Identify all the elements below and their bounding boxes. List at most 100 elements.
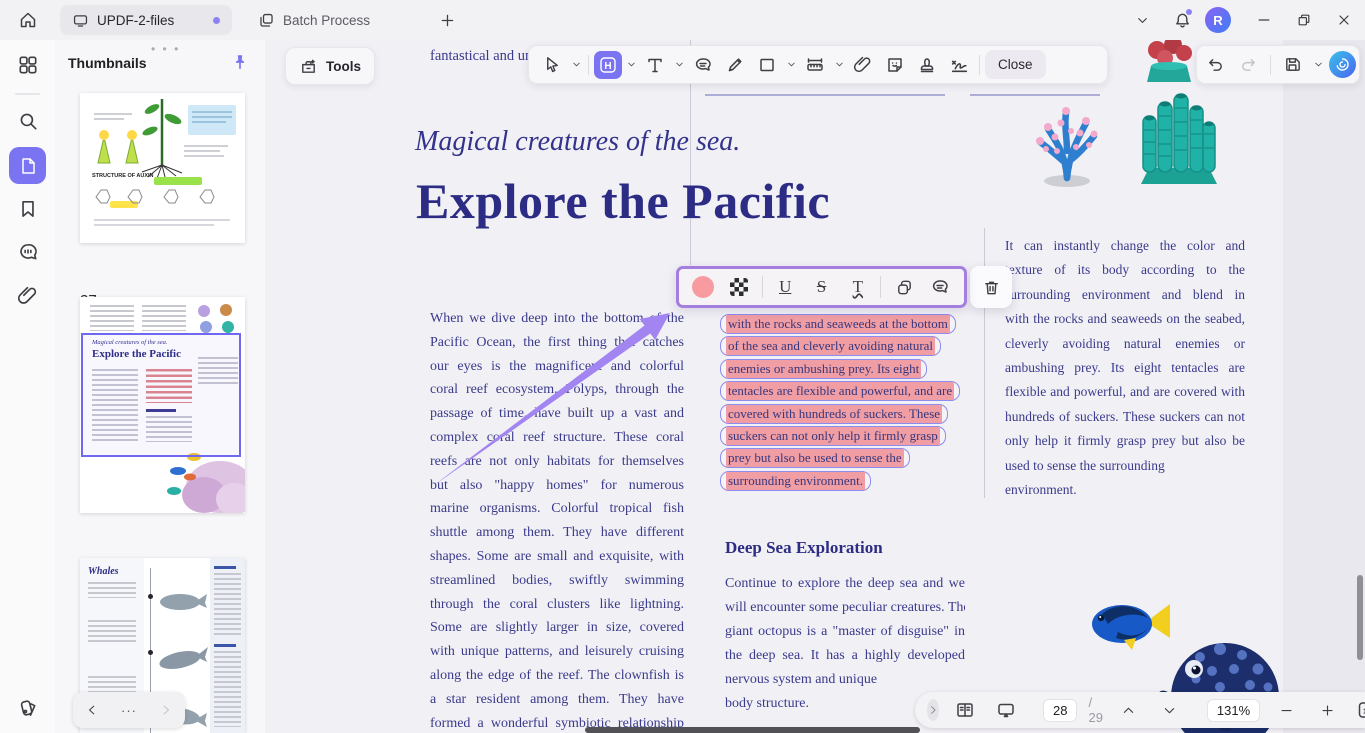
highlight-line[interactable]: with the rocks and seaweeds at the botto… xyxy=(720,314,956,334)
text-tool-button[interactable] xyxy=(640,50,670,80)
tab-updf-2-files[interactable]: UPDF-2-files xyxy=(60,5,232,35)
delete-annotation-button[interactable] xyxy=(970,266,1012,308)
select-tool-dropdown[interactable] xyxy=(569,50,583,80)
thumbnail-page-27[interactable]: STRUCTURE OF AUXIN xyxy=(80,93,245,243)
tools-menu-button[interactable]: Tools xyxy=(285,47,375,85)
shape-tool-dropdown[interactable] xyxy=(784,50,798,80)
new-tab-button[interactable] xyxy=(430,3,464,37)
sticker-tool-button[interactable] xyxy=(880,50,910,80)
plus-icon xyxy=(439,12,456,29)
pagination-more-button[interactable]: ··· xyxy=(121,703,137,718)
text-line: with the rocks and seaweeds on the seabe… xyxy=(1005,307,1245,331)
text-line: through the coral clusters like lightnin… xyxy=(430,593,684,617)
highlight-line[interactable]: suckers can not only help it firmly gras… xyxy=(720,426,946,446)
thumb-timeline-dot xyxy=(148,594,153,599)
select-tool-button[interactable] xyxy=(537,50,567,80)
rail-bookmarks-button[interactable] xyxy=(17,198,39,220)
page-total-label: / 29 xyxy=(1088,695,1102,725)
opacity-button[interactable] xyxy=(725,273,752,301)
copy-annotation-button[interactable] xyxy=(890,273,917,301)
highlight-line[interactable]: of the sea and cleverly avoiding natural xyxy=(720,336,941,356)
tab-batch-process[interactable]: Batch Process xyxy=(246,5,420,35)
text-line: hundreds of suckers. These suckers can n… xyxy=(1005,405,1245,429)
rail-appearance-button[interactable] xyxy=(17,697,39,719)
strikethrough-tool-button[interactable]: S xyxy=(808,273,835,301)
home-button[interactable] xyxy=(16,8,40,32)
text-line: texture of its body according to the xyxy=(1005,258,1245,282)
redo-button[interactable] xyxy=(1234,50,1264,80)
highlight-line[interactable]: enemies or ambushing prey. Its eight xyxy=(720,359,927,379)
account-button[interactable]: R xyxy=(1201,3,1235,37)
copy-icon xyxy=(895,278,914,297)
add-comment-button[interactable] xyxy=(927,273,954,301)
highlight-annotation[interactable]: with the rocks and seaweeds at the botto… xyxy=(720,314,960,493)
tabs-dropdown-button[interactable] xyxy=(1125,3,1159,37)
left-rail xyxy=(0,40,56,733)
panel-drag-handle[interactable]: • • • xyxy=(151,42,180,56)
chevron-left-icon[interactable] xyxy=(85,703,99,717)
page-number-input[interactable]: 28 xyxy=(1043,699,1077,722)
rail-search-button[interactable] xyxy=(17,110,39,132)
squiggly-tool-button[interactable]: T xyxy=(844,273,871,301)
thumbnail-pagination: ··· xyxy=(73,692,185,728)
undo-button[interactable] xyxy=(1200,50,1230,80)
thumb-viewport-indicator[interactable] xyxy=(81,333,241,457)
text-line: along the edge of the reef. The clownfis… xyxy=(430,664,684,688)
maximize-button[interactable] xyxy=(1287,3,1321,37)
measure-tool-dropdown[interactable] xyxy=(832,50,846,80)
highlight-line[interactable]: tentacles are flexible and powerful, and… xyxy=(720,381,960,401)
chevron-right-icon[interactable] xyxy=(159,703,173,717)
view-controls-bar: 28 / 29 131% 1:1 xyxy=(915,692,1365,728)
plus-icon xyxy=(1320,703,1335,718)
measure-tool-button[interactable] xyxy=(800,50,830,80)
auxin-diagram-image xyxy=(80,93,245,243)
collapse-bar-button[interactable] xyxy=(927,699,939,721)
pen-tool-button[interactable] xyxy=(720,50,750,80)
thumbnails-panel: • • • Thumbnails xyxy=(55,40,266,733)
text-line: cleverly avoiding natural enemies or xyxy=(1005,332,1245,356)
minimize-button[interactable] xyxy=(1247,3,1281,37)
thumb-title: Whales xyxy=(88,566,119,577)
attachment-tool-button[interactable] xyxy=(848,50,878,80)
highlight-color-button[interactable] xyxy=(689,273,716,301)
underline-tool-button[interactable]: U xyxy=(772,273,799,301)
page-layout-button[interactable] xyxy=(950,695,980,725)
highlight-tool-button[interactable]: H xyxy=(594,51,622,79)
zoom-out-button[interactable] xyxy=(1271,695,1301,725)
pin-panel-button[interactable] xyxy=(231,53,249,71)
cutoff-text-fragment xyxy=(705,94,945,96)
text-tool-dropdown[interactable] xyxy=(672,50,686,80)
rail-apps-button[interactable] xyxy=(17,54,39,76)
close-toolbar-button[interactable]: Close xyxy=(985,50,1046,79)
pin-icon xyxy=(231,53,249,71)
close-window-button[interactable] xyxy=(1327,3,1361,37)
next-page-button[interactable] xyxy=(1155,695,1185,725)
highlight-line[interactable]: covered with hundreds of suckers. These xyxy=(720,404,948,424)
shape-tool-button[interactable] xyxy=(752,50,782,80)
highlight-tool-dropdown[interactable] xyxy=(624,50,638,80)
text-line: streamlined bodies, swiftly swimming xyxy=(430,569,684,593)
ai-assistant-button[interactable] xyxy=(1329,51,1356,78)
horizontal-scrollbar[interactable] xyxy=(585,727,920,733)
signature-tool-button[interactable] xyxy=(944,50,974,80)
highlight-line[interactable]: prey but also be used to sense the xyxy=(720,448,910,468)
chevron-down-icon xyxy=(1135,13,1150,28)
thumbnail-page-28[interactable]: Magical creatures of the sea. Explore th… xyxy=(80,297,245,513)
vertical-scrollbar[interactable] xyxy=(1357,575,1363,660)
save-button[interactable] xyxy=(1278,50,1308,80)
comment-tool-button[interactable] xyxy=(688,50,718,80)
notifications-button[interactable] xyxy=(1165,3,1199,37)
rail-attachments-button[interactable] xyxy=(17,285,39,307)
presentation-button[interactable] xyxy=(991,695,1021,725)
stamp-tool-button[interactable] xyxy=(912,50,942,80)
zoom-in-button[interactable] xyxy=(1312,695,1342,725)
previous-page-button[interactable] xyxy=(1114,695,1144,725)
text-line: passage of time, have built up a vast an… xyxy=(430,402,684,426)
rail-thumbnails-button[interactable] xyxy=(9,147,46,184)
actual-size-button[interactable]: 1:1 xyxy=(1353,695,1365,725)
zoom-level-input[interactable]: 131% xyxy=(1207,699,1260,722)
rail-comments-button[interactable] xyxy=(17,241,39,263)
highlight-line[interactable]: surrounding environment. xyxy=(720,471,871,491)
save-dropdown[interactable] xyxy=(1311,50,1325,80)
chevron-right-icon xyxy=(927,704,939,716)
